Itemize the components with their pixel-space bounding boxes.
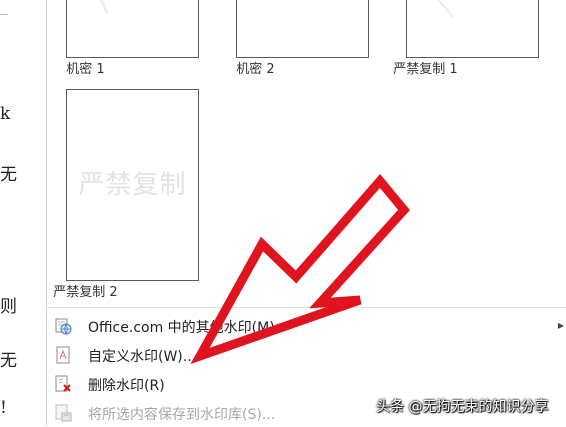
thumbnail-label: 机密 1: [66, 62, 105, 77]
document-text-fragment: k: [0, 104, 11, 124]
watermark-thumbnail-confidential-1[interactable]: [66, 0, 199, 58]
thumbnail-label: 机密 2: [236, 62, 275, 77]
document-text-fragment: 无: [0, 165, 17, 185]
remove-watermark-icon: [55, 375, 71, 392]
menu-item-remove-watermark[interactable]: 删除水印(R): [47, 370, 566, 398]
document-text-fragment: 则: [0, 297, 17, 317]
save-to-gallery-icon: [55, 404, 72, 422]
menu-item-more-watermarks[interactable]: Office.com 中的其他水印(M) ▶: [47, 312, 566, 340]
custom-watermark-icon: [56, 346, 70, 364]
diagonal-watermark-mark: [99, 0, 109, 14]
watermark-thumbnail-confidential-2[interactable]: [236, 0, 369, 58]
watermark-preview-text: 严禁复制: [78, 170, 187, 200]
office-globe-icon: [55, 318, 72, 335]
menu-item-label: 自定义水印(W)...: [88, 349, 197, 365]
source-watermark-caption: 头条 @无拘无束的知识分享: [376, 399, 549, 415]
document-text-fragment: !: [0, 398, 7, 418]
watermark-thumbnail-no-copy-1[interactable]: [406, 0, 539, 58]
menu-item-label: 将所选内容保存到水印库(S)...: [88, 407, 276, 423]
menu-item-custom-watermark[interactable]: 自定义水印(W)...: [47, 341, 566, 369]
diagonal-watermark-mark: [436, 0, 454, 18]
thumbnail-label: 严禁复制 1: [393, 62, 458, 77]
menu-item-label: Office.com 中的其他水印(M): [88, 320, 275, 336]
document-text-fragment: 无: [0, 351, 17, 371]
watermark-gallery: 严禁复制: [47, 0, 566, 308]
submenu-arrow-icon: ▶: [557, 321, 564, 330]
menu-item-label: 删除水印(R): [88, 378, 165, 394]
thumbnail-label: 严禁复制 2: [53, 285, 118, 300]
watermark-thumbnail-no-copy-2[interactable]: 严禁复制: [66, 89, 199, 281]
document-rule: [0, 14, 8, 15]
